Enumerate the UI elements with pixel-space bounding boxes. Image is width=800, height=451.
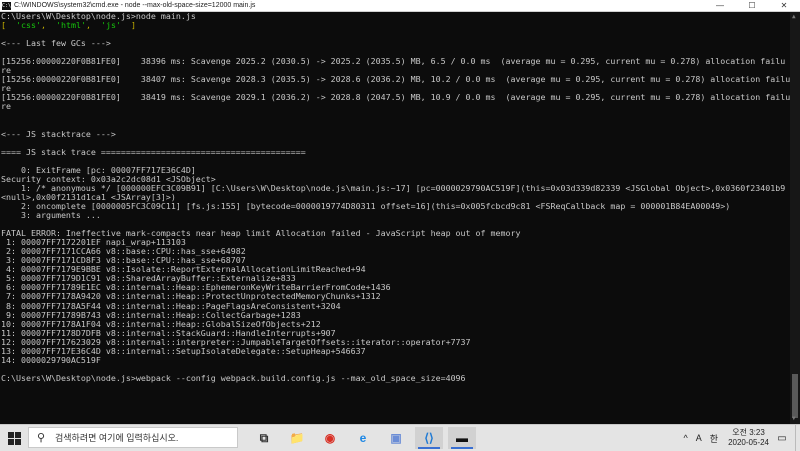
console-line: 4: 00007FF7179E9BBE v8::Isolate::ReportE… [1,265,366,275]
scrollbar-thumb[interactable] [792,374,798,418]
window-titlebar[interactable]: C:\ C:\WINDOWS\system32\cmd.exe - node -… [0,0,800,12]
console-line: <null>,0x00f2131d1ca1 <JSArray[3]>) [1,192,176,202]
console-line: re [1,66,11,76]
scroll-down-arrow-icon[interactable]: ▼ [792,416,798,422]
vscode-taskbar-button[interactable]: ⟨⟩ [415,427,443,449]
ime-language-indicator[interactable]: 한 [710,432,718,445]
console-line: 6: 00007FF71789E1EC v8::internal::Heap::… [1,283,391,293]
console-line: 12: 00007FF717623029 v8::internal::inter… [1,337,471,347]
tray-overflow-chevron-icon[interactable]: ^ [684,433,688,443]
taskbar-search-box[interactable]: ⚲ 검색하려면 여기에 입력하십시오. [28,427,238,448]
vscode-icon: ⟨⟩ [424,431,434,445]
console-line: <--- JS stacktrace ---> [1,129,116,139]
task-view-icon: ⧉ [259,430,269,445]
console-scrollbar[interactable]: ▲ ▼ [790,12,800,424]
console-line: 14: 0000029790AC519F [1,355,101,365]
console-line: [ 'css', 'html', 'js' ] [1,21,136,31]
console-line: [15256:00000220F0B81FE0] 38396 ms: Scave… [1,57,786,67]
console-line: re [1,84,11,94]
search-placeholder: 검색하려면 여기에 입력하십시오. [55,433,179,443]
file-explorer-icon: 📁 [289,431,305,445]
console-line: 1: 00007FF7172201EF napi_wrap+113103 [1,238,186,248]
console-line: <--- Last few GCs ---> [1,39,111,49]
console-line: 1: /* anonymous */ [000000EFC3C09B91] [C… [1,183,786,193]
cmd-icon: ▬ [456,431,468,445]
console-line: 8: 00007FF7178A5F44 v8::internal::Heap::… [1,301,341,311]
console-line: 7: 00007FF7178A9420 v8::internal::Heap::… [1,292,381,302]
console-line: C:\Users\W\Desktop\node.js>webpack --con… [1,373,466,383]
taskbar-clock[interactable]: 오전 3:23 2020-05-24 [728,428,769,448]
console-line: 2: oncomplete [0000005FC3C09C11] [fs.js:… [1,201,731,211]
cmd-window-icon: C:\ [2,1,12,10]
search-icon: ⚲ [37,432,46,444]
chrome-icon: ◉ [324,431,336,445]
console-line: ==== JS stack trace ====================… [1,147,306,157]
console-line: 2: 00007FF7171CCA66 v8::base::CPU::has_s… [1,247,246,257]
taskbar: ⚲ 검색하려면 여기에 입력하십시오. ⧉ 📁 ◉ e ▣ ⟨⟩ ▬ ^ A 한 오전 3:… [0,424,800,451]
app-icon: ▣ [390,431,402,445]
window-controls: — ☐ ✕ [704,0,800,11]
console-line: C:\Users\W\Desktop\node.js>node main.js [1,12,196,21]
cmd-taskbar-button[interactable]: ▬ [448,427,476,449]
task-view-taskbar-button[interactable]: ⧉ [250,427,278,449]
console-line: [15256:00000220F0B81FE0] 38407 ms: Scave… [1,75,790,85]
console-output[interactable]: C:\Users\W\Desktop\node.js>node main.js[… [0,12,790,424]
show-desktop-button[interactable] [795,425,800,451]
console-line: 11: 00007FF7178D7DFB v8::internal::Stack… [1,328,336,338]
console-line: 5: 00007FF7179D1C91 v8::SharedArrayBuffe… [1,274,296,284]
system-tray: ^ A 한 오전 3:23 2020-05-24 ▭ [680,425,800,451]
console-line: 10: 00007FF7178A1F04 v8::internal::Heap:… [1,319,321,329]
clock-date: 2020-05-24 [728,438,769,447]
console-line: Security context: 0x03a2c2dc08d1 <JSObje… [1,174,216,184]
console-line: [15256:00000220F0B81FE0] 38419 ms: Scave… [1,93,790,103]
minimize-button[interactable]: — [704,0,736,11]
close-button[interactable]: ✕ [768,0,800,11]
ime-mode-indicator[interactable]: A [696,433,702,443]
console-line: 13: 00007FF717E36C4D v8::internal::Setup… [1,346,366,356]
file-explorer-taskbar-button[interactable]: 📁 [283,427,311,449]
console-line: FATAL ERROR: Ineffective mark-compacts n… [1,229,521,239]
console-line: 9: 00007FF71789B743 v8::internal::Heap::… [1,310,301,320]
app-taskbar-button[interactable]: ▣ [382,427,410,449]
notification-center-icon[interactable]: ▭ [775,433,789,444]
console-line: 3: 00007FF7171CD8F3 v8::base::CPU::has_s… [1,256,246,266]
chrome-taskbar-button[interactable]: ◉ [316,427,344,449]
windows-start-icon[interactable] [8,432,21,445]
console-line: 3: arguments ... [1,211,101,221]
console-line: 0: ExitFrame [pc: 00007FF717E36C4D] [1,165,196,175]
console-line: re [1,102,11,112]
window-title: C:\WINDOWS\system32\cmd.exe - node --max… [14,2,256,9]
internet-explorer-icon: e [359,431,367,445]
clock-time: 오전 3:23 [732,428,765,437]
maximize-button[interactable]: ☐ [736,0,768,11]
internet-explorer-taskbar-button[interactable]: e [349,427,377,449]
scroll-up-arrow-icon[interactable]: ▲ [792,14,798,20]
